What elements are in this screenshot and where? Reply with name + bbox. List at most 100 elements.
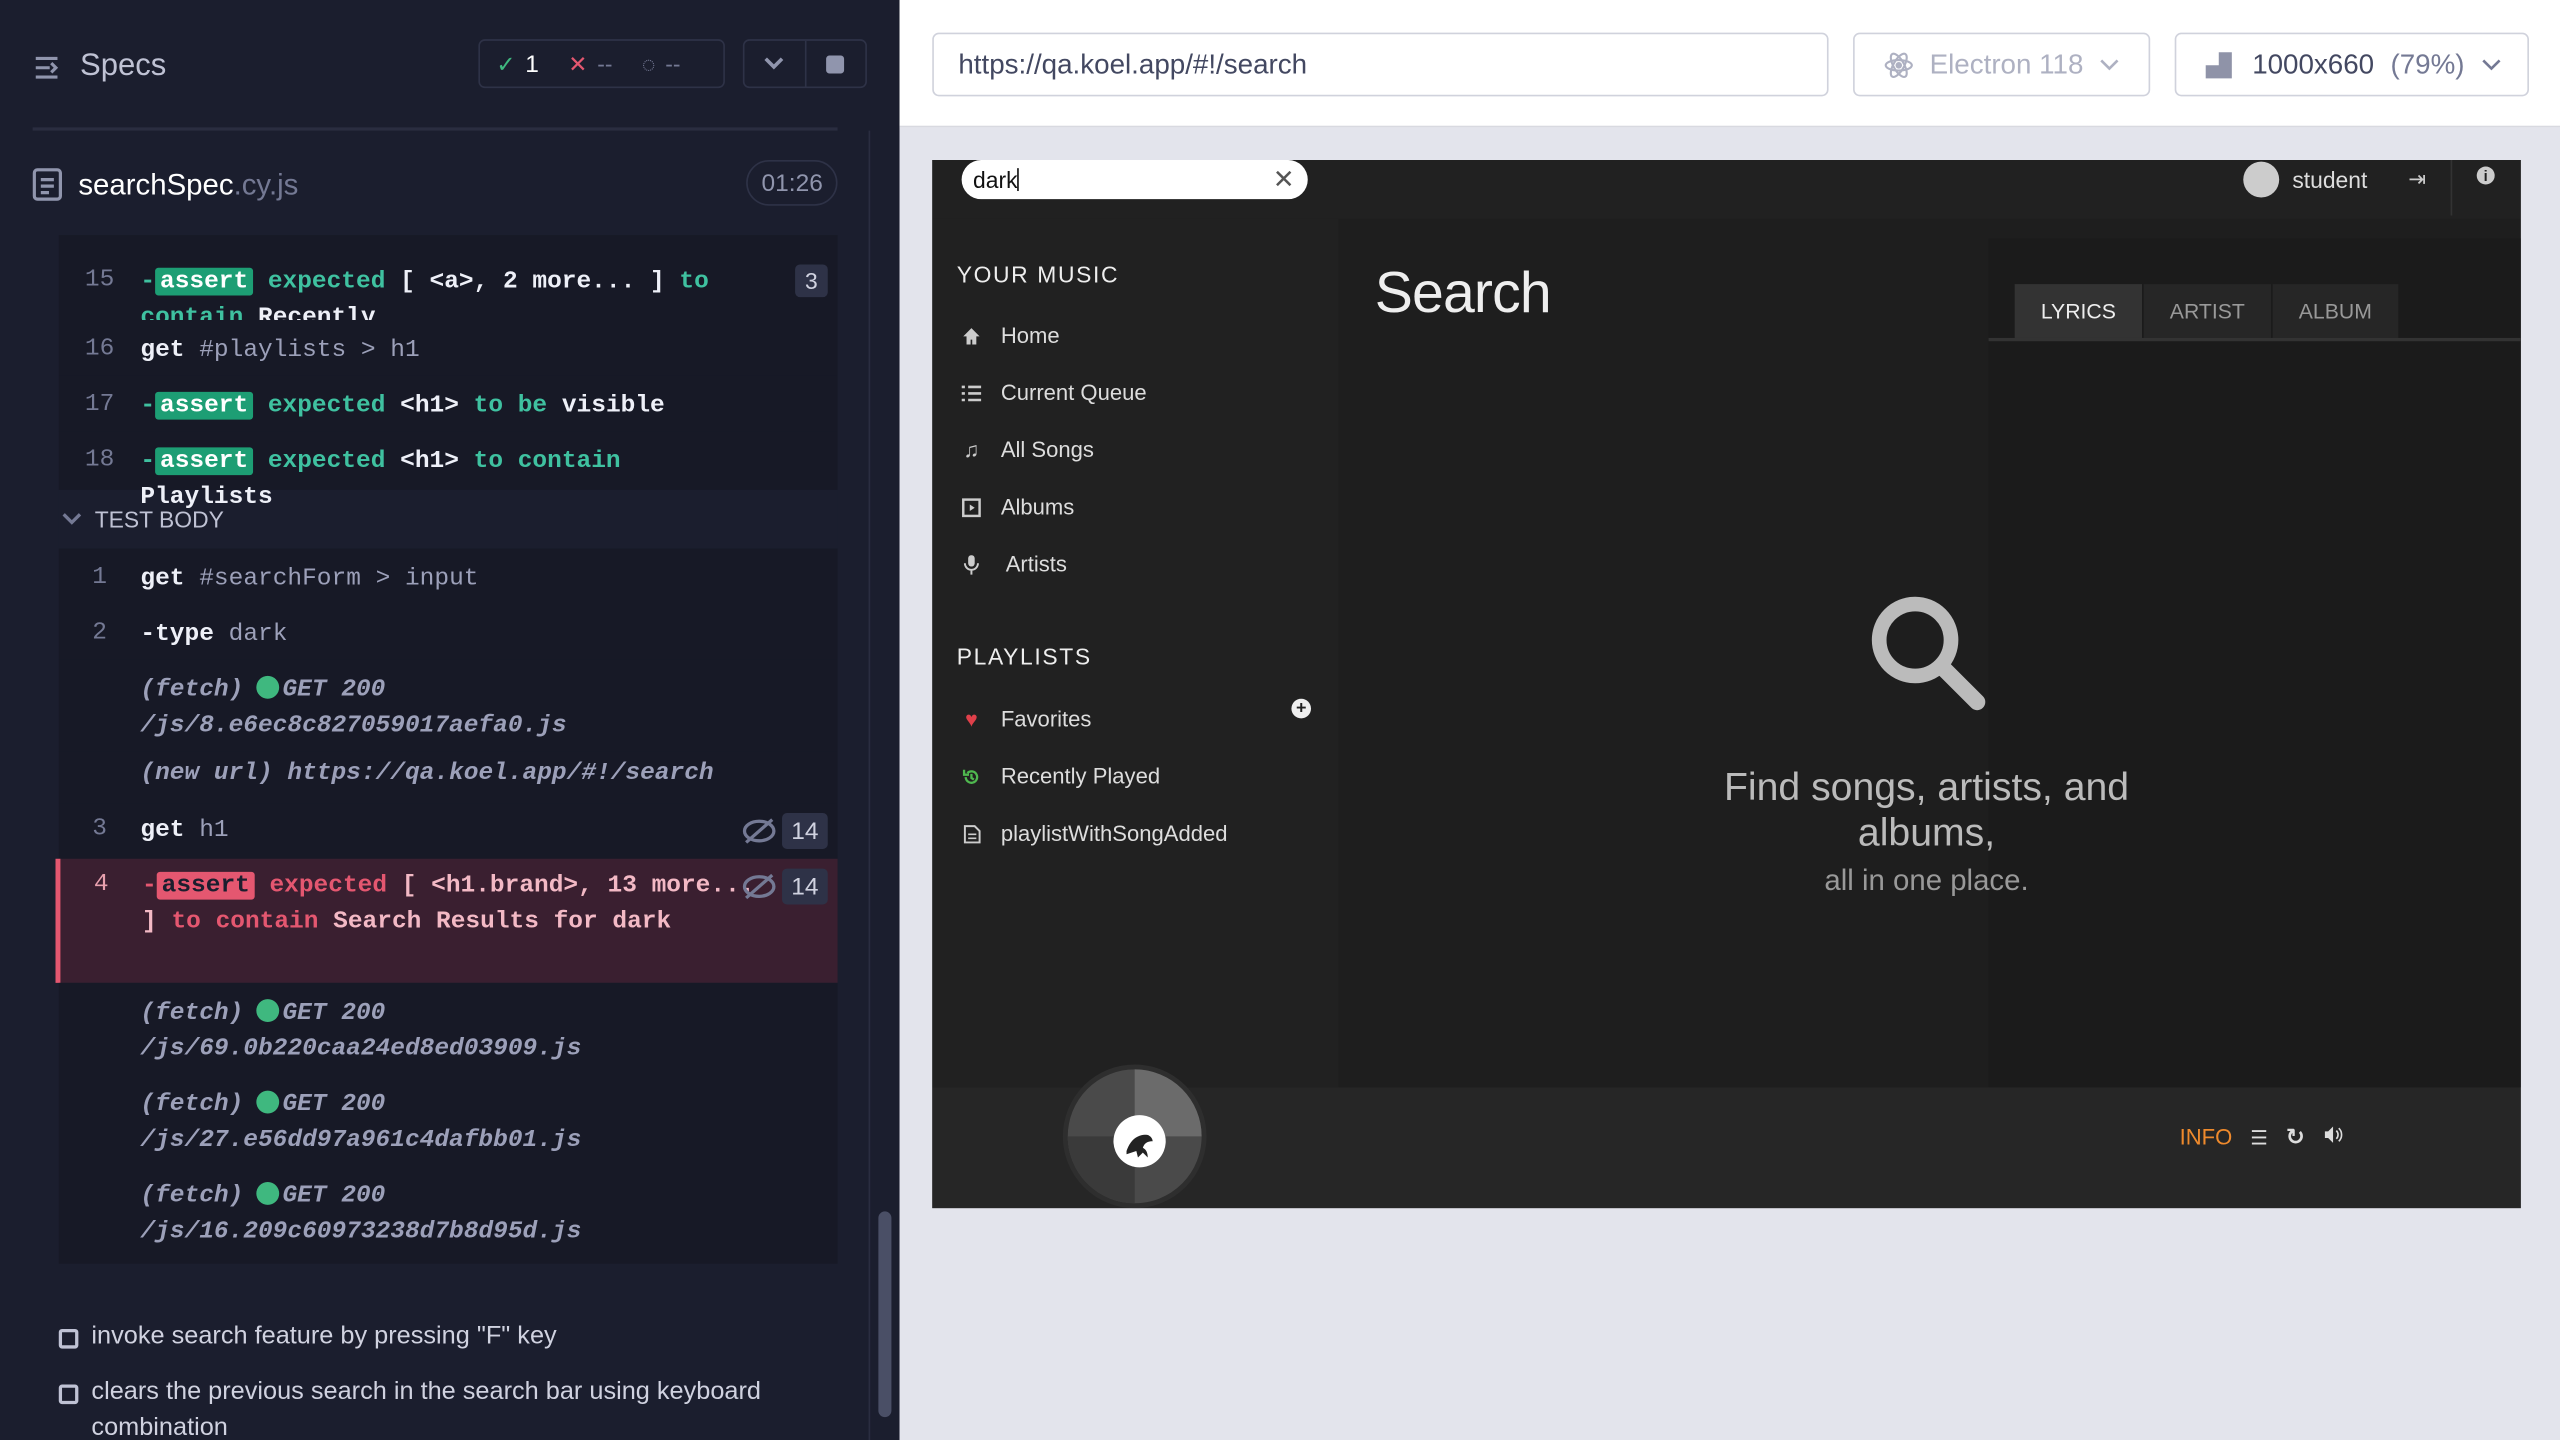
assert-text: expected bbox=[269, 871, 388, 900]
sidebar-item-albums[interactable]: Albums bbox=[962, 494, 1075, 520]
assert-text: expected bbox=[267, 391, 386, 420]
list-icon bbox=[961, 383, 982, 403]
divider bbox=[32, 127, 838, 131]
url-field[interactable]: https://qa.koel.app/#!/search bbox=[932, 32, 1829, 97]
fetch-label: (fetch) bbox=[140, 675, 244, 704]
sidebar-item-label: Home bbox=[1000, 323, 1060, 348]
specs-toggle[interactable]: Specs bbox=[33, 44, 166, 90]
test-item[interactable]: clears the previous search in the search… bbox=[58, 1375, 838, 1440]
command-log-panel: Specs ✓ 1 ✕ -- ◌ -- searchSpec .cy.js 01:26 … bbox=[0, 0, 900, 1440]
status-dot-icon bbox=[256, 999, 280, 1023]
failed-count: -- bbox=[597, 50, 613, 77]
dash: - bbox=[140, 447, 156, 476]
search-input[interactable]: dark ✕ bbox=[961, 159, 1308, 200]
command-number: 18 bbox=[84, 445, 115, 474]
koel-app: dark ✕ student ⇥ i YOUR MUSIC Home Curren… bbox=[932, 159, 2521, 1209]
sidebar-item-label: Albums bbox=[1000, 494, 1075, 520]
command-row[interactable]: 18 - assert expected <h1> to contain Play… bbox=[58, 431, 838, 511]
clear-search-icon[interactable]: ✕ bbox=[1273, 163, 1295, 196]
failed-command-row[interactable]: 4 - assert expected [ <h1.brand>, 13 more… bbox=[55, 858, 838, 983]
avatar bbox=[2243, 161, 2280, 198]
sidebar-item-artists[interactable]: Artists bbox=[962, 552, 1067, 576]
playlist-item-favorites[interactable]: ♥ Favorites bbox=[962, 706, 1092, 732]
browser-select[interactable]: Electron 118 bbox=[1853, 32, 2151, 97]
volume-icon[interactable] bbox=[2323, 1125, 2343, 1149]
divider bbox=[2450, 159, 2453, 216]
command-row[interactable]: 2 -type dark bbox=[58, 604, 838, 660]
home-icon bbox=[962, 326, 982, 346]
sidebar-item-home[interactable]: Home bbox=[962, 323, 1060, 348]
spec-file-header[interactable]: searchSpec .cy.js 01:26 bbox=[32, 159, 838, 209]
eye-slash-icon bbox=[742, 818, 776, 844]
document-icon bbox=[32, 168, 63, 201]
test-item[interactable]: invoke search feature by pressing "F" ke… bbox=[58, 1319, 838, 1355]
command-arg: h1 bbox=[199, 816, 229, 845]
assert-text: to be bbox=[473, 391, 548, 420]
playlist-label: Favorites bbox=[1000, 706, 1092, 732]
logout-icon[interactable]: ⇥ bbox=[2408, 167, 2426, 193]
fetch-row[interactable]: (fetch) GET 200/js/16.209c60973238d7b8d95… bbox=[58, 1165, 838, 1264]
command-count-number: 14 bbox=[782, 813, 828, 849]
fetch-row[interactable]: (fetch) GET 200/js/69.0b220caa24ed8ed0390… bbox=[58, 982, 838, 1075]
fetch-status: GET 200 bbox=[282, 999, 386, 1027]
sidebar-item-current-queue[interactable]: Current Queue bbox=[961, 380, 1147, 405]
command-count: 14 bbox=[741, 813, 828, 849]
scrollbar-thumb[interactable] bbox=[878, 1211, 892, 1418]
command-row[interactable]: 17 - assert expected <h1> to be visible bbox=[58, 375, 838, 432]
test-list: invoke search feature by pressing "F" ke… bbox=[58, 1319, 838, 1440]
status-dot-icon bbox=[256, 1090, 280, 1114]
file-icon bbox=[962, 824, 982, 844]
new-url-row[interactable]: (new url) https://qa.koel.app/#!/search bbox=[58, 751, 838, 804]
fetch-path: /js/16.209c60973238d7b8d95d.js bbox=[140, 1217, 582, 1246]
info-button[interactable]: INFO bbox=[2180, 1125, 2233, 1149]
player-bar: INFO ☰ ↻ bbox=[932, 1064, 2521, 1209]
assert-text: to bbox=[679, 267, 709, 296]
playlist-item-playlistwithsongadded[interactable]: playlistWithSongAdded bbox=[962, 821, 1227, 846]
command-row[interactable]: 15 - assert expected [ <a>, 2 more... ] t… bbox=[58, 235, 838, 331]
sidebar-item-all-songs[interactable]: ♫ All Songs bbox=[962, 438, 1093, 462]
x-icon: ✕ bbox=[568, 49, 588, 76]
command-list: 15 - assert expected [ <a>, 2 more... ] t… bbox=[55, 235, 838, 1264]
assert-subject: [ <a>, 2 more... ] bbox=[400, 267, 665, 296]
info-icon[interactable]: i bbox=[2476, 166, 2495, 185]
stop-button[interactable] bbox=[804, 40, 865, 87]
spec-file-ext: .cy.js bbox=[233, 167, 299, 200]
fetch-label: (fetch) bbox=[140, 999, 244, 1027]
command-name: get bbox=[140, 336, 185, 365]
playlist-item-recently-played[interactable]: Recently Played bbox=[962, 764, 1160, 789]
tab-album[interactable]: ALBUM bbox=[2272, 284, 2399, 338]
assert-text: expected bbox=[267, 267, 386, 296]
add-playlist-icon[interactable]: + bbox=[1291, 699, 1312, 719]
status-dot-icon bbox=[256, 1182, 280, 1205]
divider bbox=[1988, 337, 2521, 342]
fetch-row[interactable]: (fetch) GET 200/js/27.e56dd97a961c4dafbb0… bbox=[58, 1074, 838, 1166]
equalizer-icon[interactable]: ☰ bbox=[2250, 1126, 2268, 1149]
command-row[interactable]: 1 get #searchForm > input bbox=[58, 548, 838, 605]
sidebar: YOUR MUSIC Home Current Queue ♫ All Songs… bbox=[932, 218, 1339, 1088]
command-row[interactable]: 16 get #playlists > h1 bbox=[58, 319, 838, 376]
command-name: -type bbox=[140, 620, 214, 649]
your-music-heading: YOUR MUSIC bbox=[956, 261, 1120, 288]
command-row[interactable]: 3 get h1 14 bbox=[58, 803, 838, 859]
user-menu[interactable]: student bbox=[2243, 160, 2367, 199]
fetch-status: GET 200 bbox=[282, 675, 386, 704]
collapse-button[interactable] bbox=[744, 41, 804, 87]
viewport-size: 1000x660 bbox=[2252, 48, 2375, 80]
assert-subject: <h1> bbox=[400, 447, 459, 476]
assert-text: to contain bbox=[171, 907, 319, 936]
dash: - bbox=[140, 267, 156, 296]
dash: - bbox=[140, 391, 156, 420]
viewport-select[interactable]: 1000x660 (79%) bbox=[2174, 32, 2529, 97]
scrollbar[interactable] bbox=[868, 130, 900, 1440]
album-icon bbox=[962, 497, 982, 517]
dash: - bbox=[142, 871, 157, 900]
page-title: Search bbox=[1374, 261, 1552, 325]
repeat-icon[interactable]: ↻ bbox=[2286, 1123, 2305, 1151]
fetch-row[interactable]: (fetch) GET 200/js/8.e6ec8c827059017aefa0… bbox=[58, 659, 838, 752]
tab-artist[interactable]: ARTIST bbox=[2143, 284, 2272, 338]
album-cover[interactable] bbox=[1062, 1064, 1207, 1209]
browser-name: Electron 118 bbox=[1929, 48, 2084, 80]
tab-lyrics[interactable]: LYRICS bbox=[2014, 284, 2143, 338]
new-url-label: (new url) bbox=[140, 759, 273, 787]
